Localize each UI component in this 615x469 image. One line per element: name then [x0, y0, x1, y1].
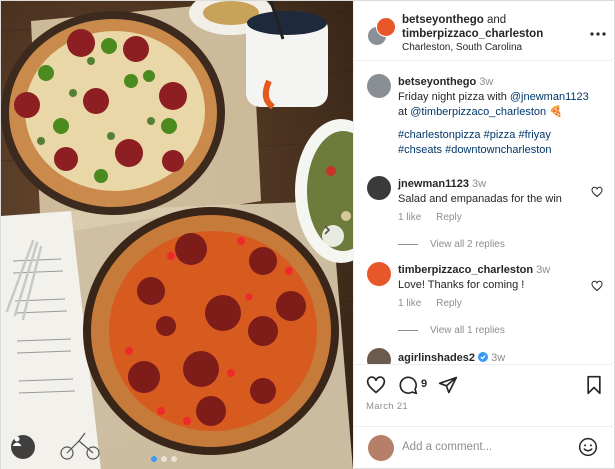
caption-time: 3w — [479, 76, 494, 88]
view-replies-text: View all 1 replies — [430, 325, 505, 336]
post-actions: 9 March 21 — [354, 364, 615, 426]
comment-body: jnewman1123 3w Salad and empanadas for t… — [398, 177, 583, 207]
like-heart-icon[interactable] — [366, 375, 386, 395]
pizza-emoji: 🍕 — [549, 106, 563, 118]
comment-avatar[interactable] — [367, 176, 391, 200]
comment-heart-icon[interactable] — [591, 280, 603, 292]
user-icon — [12, 436, 22, 446]
current-user-avatar — [368, 435, 394, 461]
view-replies-button[interactable]: View all 2 replies — [398, 239, 505, 250]
comment-username[interactable]: agirlinshades2 — [398, 352, 475, 364]
location-link[interactable]: Charleston, South Carolina — [402, 42, 522, 53]
pizza-photo-illustration — [1, 1, 353, 469]
tagged-users-button[interactable] — [11, 435, 35, 459]
reply-button[interactable]: Reply — [436, 212, 462, 223]
comment-meta: 1 like Reply — [398, 298, 474, 309]
author-username[interactable]: betseyonthego — [402, 14, 484, 26]
caption-at: at — [398, 106, 411, 118]
caption-username[interactable]: betseyonthego — [398, 76, 476, 88]
verified-badge-icon — [478, 352, 489, 362]
carousel-dot-active — [151, 456, 157, 462]
instagram-post: betseyonthego and timberpizzaco_charlest… — [0, 0, 615, 469]
reply-button[interactable]: Reply — [436, 298, 462, 309]
comment-likes[interactable]: 1 like — [398, 298, 421, 309]
share-send-icon[interactable] — [438, 375, 458, 395]
hashtags[interactable]: #charlestonpizza #pizza #friyay — [398, 129, 551, 141]
comment-username[interactable]: jnewman1123 — [398, 178, 469, 190]
mention-link[interactable]: @jnewman1123 — [510, 91, 589, 103]
collaborator-username[interactable]: timberpizzaco_charleston — [402, 28, 543, 40]
view-replies-text: View all 2 replies — [430, 239, 505, 250]
more-horizontal-icon — [590, 32, 606, 36]
post-photo[interactable] — [1, 1, 353, 469]
caption-avatar[interactable] — [367, 74, 391, 98]
caption-body: betseyonthego 3w Friday night pizza with… — [398, 75, 608, 158]
chevron-right-icon — [324, 225, 331, 235]
carousel-dot — [161, 456, 167, 462]
comment-time: 3w — [491, 352, 506, 364]
comment-time: 3w — [472, 178, 487, 190]
add-comment-input[interactable]: Add a comment... — [402, 441, 492, 453]
comment-bubble-icon[interactable] — [398, 375, 418, 395]
carousel-indicator — [151, 456, 177, 462]
carousel-next-button[interactable] — [322, 225, 344, 247]
hashtags[interactable]: #chseats #downtowncharleston — [398, 144, 551, 156]
comment-avatar[interactable] — [367, 348, 391, 364]
save-bookmark-icon[interactable] — [585, 375, 603, 395]
collaborator-avatar[interactable] — [376, 17, 396, 37]
comments-list[interactable]: betseyonthego 3w Friday night pizza with… — [354, 62, 615, 364]
comment-username[interactable]: timberpizzaco_charleston — [398, 264, 533, 276]
comment-body: timberpizzaco_charleston 3w Love! Thanks… — [398, 263, 588, 293]
comment-text: Salad and empanadas for the win — [398, 193, 562, 205]
comment-body: agirlinshades2 3w — [398, 351, 588, 364]
more-options-button[interactable] — [590, 27, 606, 36]
comment-text: Love! Thanks for coming ! — [398, 279, 525, 291]
like-count[interactable]: 9 — [421, 378, 427, 390]
comment-likes[interactable]: 1 like — [398, 212, 421, 223]
view-replies-button[interactable]: View all 1 replies — [398, 325, 505, 336]
comment-meta: 1 like Reply — [398, 212, 474, 223]
carousel-dot — [171, 456, 177, 462]
add-comment-bar: Add a comment... — [354, 426, 615, 469]
and-text: and — [487, 14, 507, 26]
mention-link[interactable]: @timberpizzaco_charleston — [410, 106, 546, 118]
caption-text: Friday night pizza with — [398, 91, 510, 103]
post-details-panel: betseyonthego and timberpizzaco_charlest… — [353, 1, 615, 469]
emoji-icon[interactable] — [578, 437, 598, 457]
comment-avatar[interactable] — [367, 262, 391, 286]
comment-heart-icon[interactable] — [591, 186, 603, 198]
header-usernames: betseyonthego and timberpizzaco_charlest… — [402, 13, 582, 41]
comment-time: 3w — [536, 264, 551, 276]
post-date[interactable]: March 21 — [366, 401, 408, 412]
post-header: betseyonthego and timberpizzaco_charlest… — [354, 1, 615, 61]
